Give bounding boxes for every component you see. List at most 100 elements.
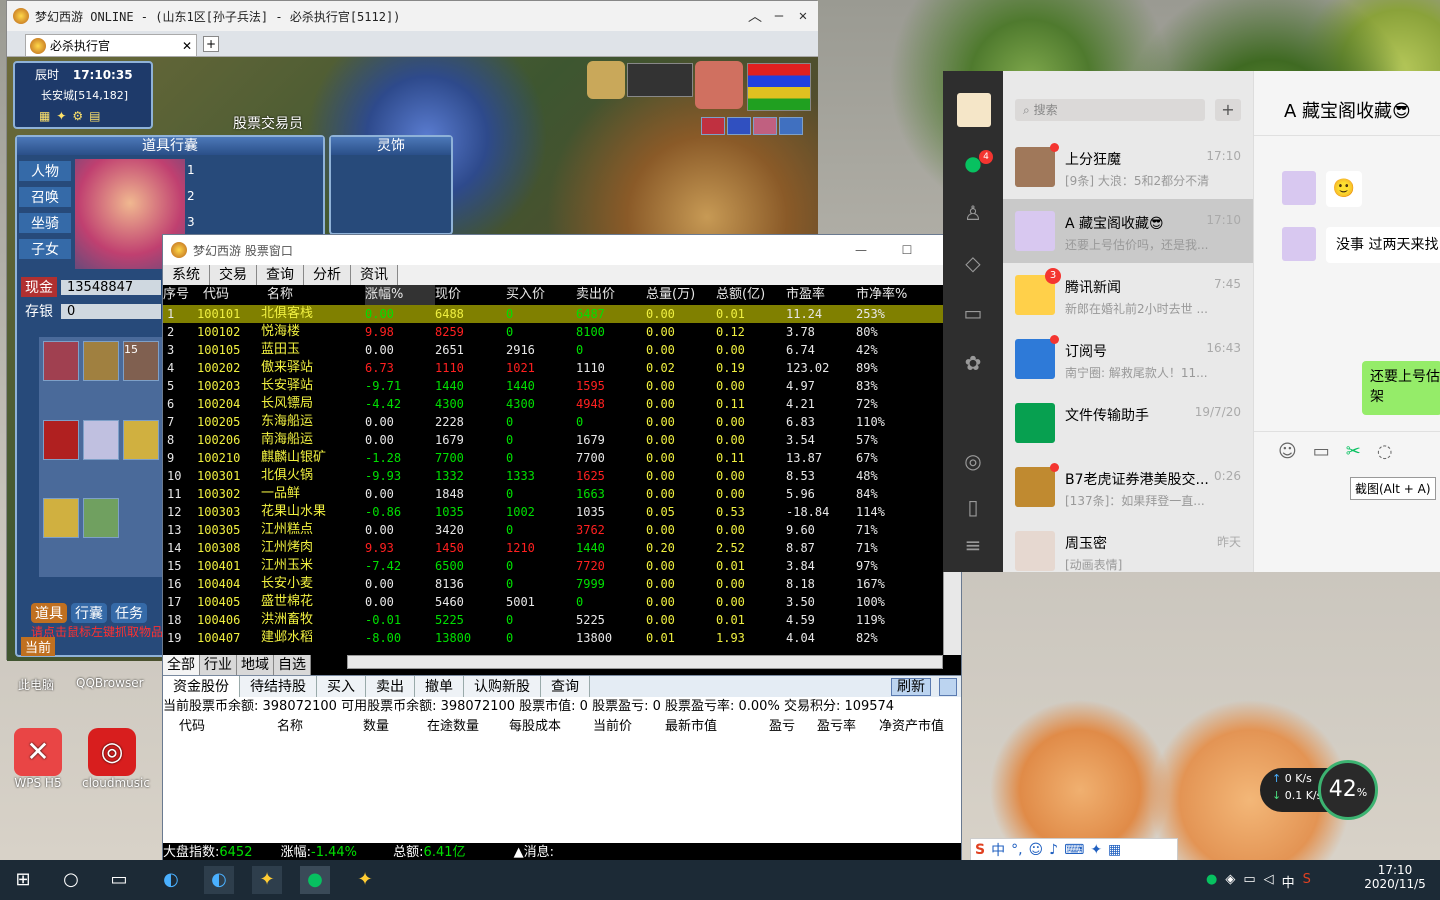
trade-query-button[interactable]: 查询 <box>541 676 590 698</box>
tab-summon[interactable]: 召唤 <box>19 187 71 207</box>
maximize-icon[interactable]: ☐ <box>887 243 927 257</box>
desktop-icon-wps[interactable]: ✕ WPS H5 <box>8 728 68 790</box>
phone-icon[interactable]: ▯ <box>961 495 985 519</box>
folder-icon[interactable]: ▭ <box>1313 441 1330 462</box>
minimize-icon[interactable]: — <box>770 8 788 24</box>
col-pb[interactable]: 市净率% <box>856 285 926 305</box>
chat-list-item[interactable]: 周玉密 [动画表情] 昨天 <box>1003 519 1253 583</box>
quote-row[interactable]: 5 100203 长安驿站 -9.71 1440 1440 1595 0.00 0.00 4.97… <box>163 377 943 395</box>
sell-button[interactable]: 卖出 <box>366 676 415 698</box>
chat-list-item[interactable]: 文件传输助手 19/7/20 <box>1003 391 1253 455</box>
contacts-icon[interactable]: ♙ <box>961 201 985 225</box>
task-view-icon[interactable]: ▭ <box>104 866 134 894</box>
quote-row[interactable]: 15 100401 江州玉米 -7.42 6500 0 7720 0.00 0.01 3.84 97… <box>163 557 943 575</box>
toolbox-icon[interactable]: ▦ <box>1108 842 1121 858</box>
mhxy-game-icon[interactable]: ✦ <box>350 866 380 894</box>
quote-row[interactable]: 8 100206 南海船运 0.00 1679 0 1679 0.00 0.00 3.54 57% <box>163 431 943 449</box>
funds-holdings-button[interactable]: 资金股份 <box>163 676 240 698</box>
item-slot[interactable] <box>43 498 79 539</box>
item-slot[interactable] <box>43 419 79 460</box>
scissors-icon[interactable]: ✂ <box>1346 441 1361 462</box>
col-bid[interactable]: 买入价 <box>506 285 576 305</box>
mic-icon[interactable]: ♪ <box>1049 842 1058 858</box>
tab-items[interactable]: 道具 <box>31 603 67 623</box>
collapse-icon[interactable]: ︿ <box>746 6 764 26</box>
game-titlebar[interactable]: 梦幻西游 ONLINE - (山东1区[孙子兵法] - 必杀执行官[5112])… <box>7 1 818 31</box>
add-chat-button[interactable]: + <box>1215 99 1241 121</box>
quote-row[interactable]: 4 100202 傲来驿站 6.73 1110 1021 1110 0.02 0.19 123.0… <box>163 359 943 377</box>
collections-icon[interactable]: ◇ <box>961 251 985 275</box>
compass-icon[interactable]: ✦ <box>56 109 66 123</box>
pet-avatar[interactable] <box>587 61 625 99</box>
message-bubble[interactable]: 🙂 <box>1326 171 1362 207</box>
tab-watchlist[interactable]: 自选 <box>274 655 311 675</box>
quote-row[interactable]: 16 100404 长安小麦 0.00 8136 0 7999 0.00 0.00 8.18 167… <box>163 575 943 593</box>
windows-start-icon[interactable]: ⊞ <box>8 866 38 894</box>
emoji-icon[interactable]: ☺ <box>1278 441 1297 462</box>
quote-row[interactable]: 7 100205 东海船运 0.00 2228 0 0 0.00 0.00 6.83 110% <box>163 413 943 431</box>
tab-close-icon[interactable]: ✕ <box>182 39 192 53</box>
stock-window[interactable]: 梦幻西游 股票窗口 — ☐ ✕ 系统 交易 查询 分析 资讯 序号 代码 名称 … <box>162 234 963 863</box>
col-amount[interactable]: 总额(亿) <box>716 285 786 305</box>
col-change[interactable]: 涨幅% <box>365 285 435 305</box>
npc-label[interactable]: 股票交易员 <box>233 113 303 133</box>
buy-button[interactable]: 买入 <box>317 676 366 698</box>
comment-icon[interactable]: ◌ <box>1377 441 1393 462</box>
tab-quests[interactable]: 任务 <box>111 603 147 623</box>
menu-system[interactable]: 系统 <box>163 265 210 285</box>
item-slot[interactable] <box>83 498 119 539</box>
tab-character[interactable]: 人物 <box>19 161 71 181</box>
menu-trade[interactable]: 交易 <box>210 265 257 285</box>
desktop-icon-this-pc[interactable]: 此电脑 <box>6 676 66 693</box>
quote-row[interactable]: 9 100210 麒麟山银矿 -1.28 7700 0 7700 0.00 0.11 13.87 6… <box>163 449 943 467</box>
menu-news[interactable]: 资讯 <box>351 265 398 285</box>
pending-holdings-button[interactable]: 待结持股 <box>240 676 317 698</box>
miniprogram-icon[interactable]: ◎ <box>961 449 985 473</box>
chat-list-item[interactable]: B7老虎证券港美股交... [137条]：如果拜登一直... 0:26 <box>1003 455 1253 519</box>
close-icon[interactable]: ✕ <box>794 8 812 24</box>
item-slot[interactable] <box>43 341 79 381</box>
chat-list-item[interactable]: 腾讯新闻 新郎在婚礼前2小时去世 ... 7:45 3 <box>1003 263 1253 327</box>
gear-icon[interactable]: ⚙ <box>72 109 83 123</box>
chat-list-item[interactable]: A 藏宝阁收藏😎 还要上号估价吗，还是我... 17:10 <box>1003 199 1253 263</box>
skin-icon[interactable]: ✦ <box>1090 842 1102 858</box>
tab-mount[interactable]: 坐骑 <box>19 213 71 233</box>
quote-row[interactable]: 1 100101 北俱客栈 0.00 6488 0 6487 0.00 0.01 11.24 253… <box>163 305 943 323</box>
chat-list-item[interactable]: 订阅号 南宁圈: 解救尾款人！11... 16:43 <box>1003 327 1253 391</box>
quote-row[interactable]: 11 100302 一品鲜 0.00 1848 0 1663 0.00 0.00 5.96 84% <box>163 485 943 503</box>
my-avatar[interactable] <box>957 93 991 127</box>
tray-ime[interactable]: 中 <box>1282 872 1295 891</box>
contact-avatar[interactable] <box>1282 227 1316 261</box>
col-index[interactable]: 序号 <box>163 285 197 305</box>
col-pe[interactable]: 市盈率 <box>786 285 856 305</box>
subscribe-ipo-button[interactable]: 认购新股 <box>464 676 541 698</box>
quote-row[interactable]: 17 100405 盛世棉花 0.00 5460 5001 0 0.00 0.00 3.50 100… <box>163 593 943 611</box>
quote-row[interactable]: 19 100407 建邺水稻 -8.00 13800 0 13800 0.01 1.93 4.04… <box>163 629 943 647</box>
menu-icon[interactable]: ≡ <box>961 533 985 557</box>
tab-region[interactable]: 地域 <box>237 655 274 675</box>
my-message-bubble[interactable]: 还要上号估价 架 <box>1362 361 1440 415</box>
map-icon[interactable]: ▦ <box>39 109 50 123</box>
ime-mode[interactable]: 中 <box>991 840 1005 860</box>
item-grid[interactable]: 15 <box>39 337 169 577</box>
shield-icon[interactable]: ◈ <box>1225 872 1235 891</box>
quote-row[interactable]: 6 100204 长风镖局 -4.42 4300 4300 4948 0.00 0.11 4.21… <box>163 395 943 413</box>
player-avatar[interactable] <box>695 61 743 109</box>
clock[interactable]: 17:10 2020/11/5 <box>1362 863 1428 891</box>
files-icon[interactable]: ▭ <box>961 301 985 325</box>
item-slot[interactable] <box>83 341 119 381</box>
tab-all[interactable]: 全部 <box>163 655 200 675</box>
volume-icon[interactable]: ◁ <box>1264 872 1274 891</box>
menu-analysis[interactable]: 分析 <box>304 265 351 285</box>
item-slot[interactable]: 15 <box>123 341 159 381</box>
cancel-order-button[interactable]: 撤单 <box>415 676 464 698</box>
new-tab-icon[interactable]: + <box>203 36 219 52</box>
chat-list-item[interactable]: 上分狂魔 [9条] 大浪：5和2都分不清 17:10 <box>1003 135 1253 199</box>
qqbrowser-icon[interactable]: ◐ <box>204 866 234 894</box>
menu-query[interactable]: 查询 <box>257 265 304 285</box>
col-name[interactable]: 名称 <box>261 285 365 305</box>
collapse-panel-icon[interactable] <box>939 678 957 696</box>
mhxy-game-icon[interactable]: ✦ <box>252 866 282 894</box>
calendar-icon[interactable]: ▤ <box>89 109 100 123</box>
current-channel[interactable]: 当前 <box>21 637 56 656</box>
